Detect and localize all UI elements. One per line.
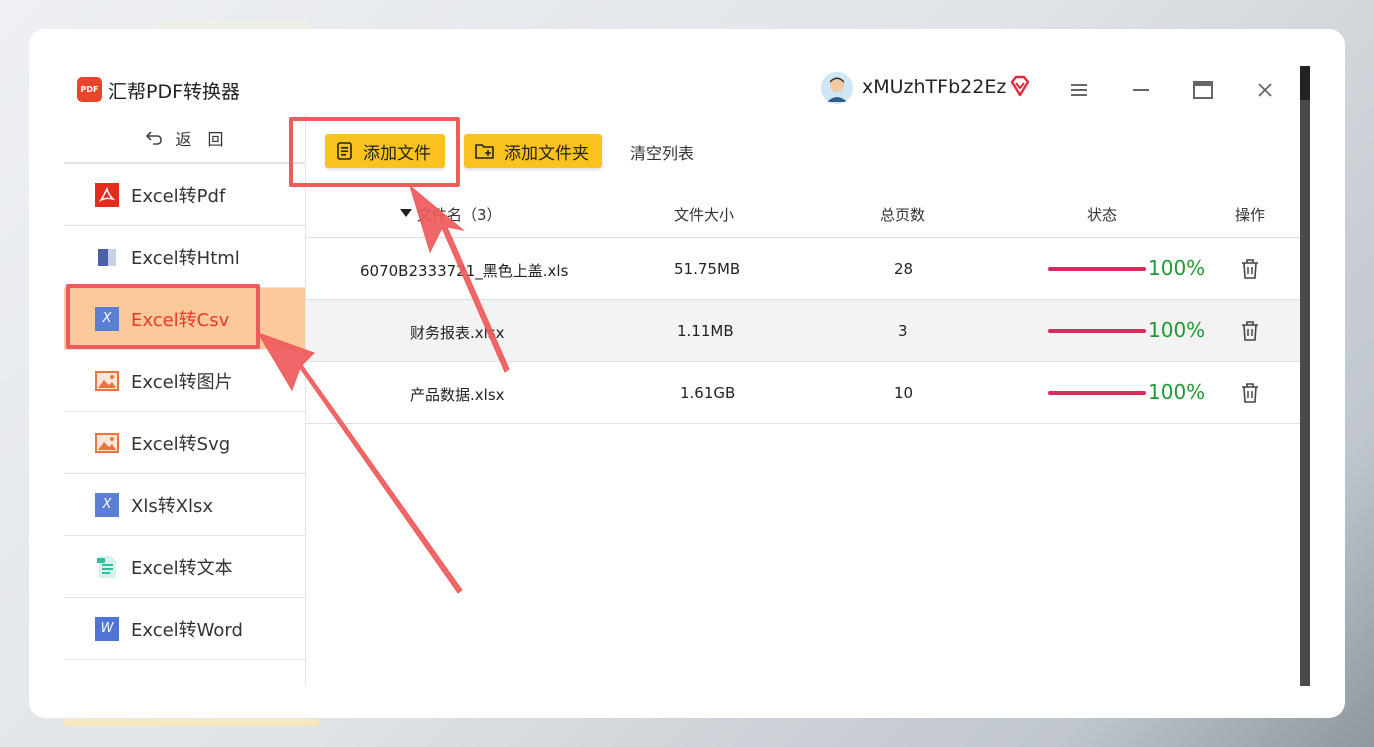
- annotation-arrow-icon: [409, 184, 510, 373]
- annotation-arrows: [256, 184, 510, 594]
- annotation-arrow-icon: [256, 332, 463, 594]
